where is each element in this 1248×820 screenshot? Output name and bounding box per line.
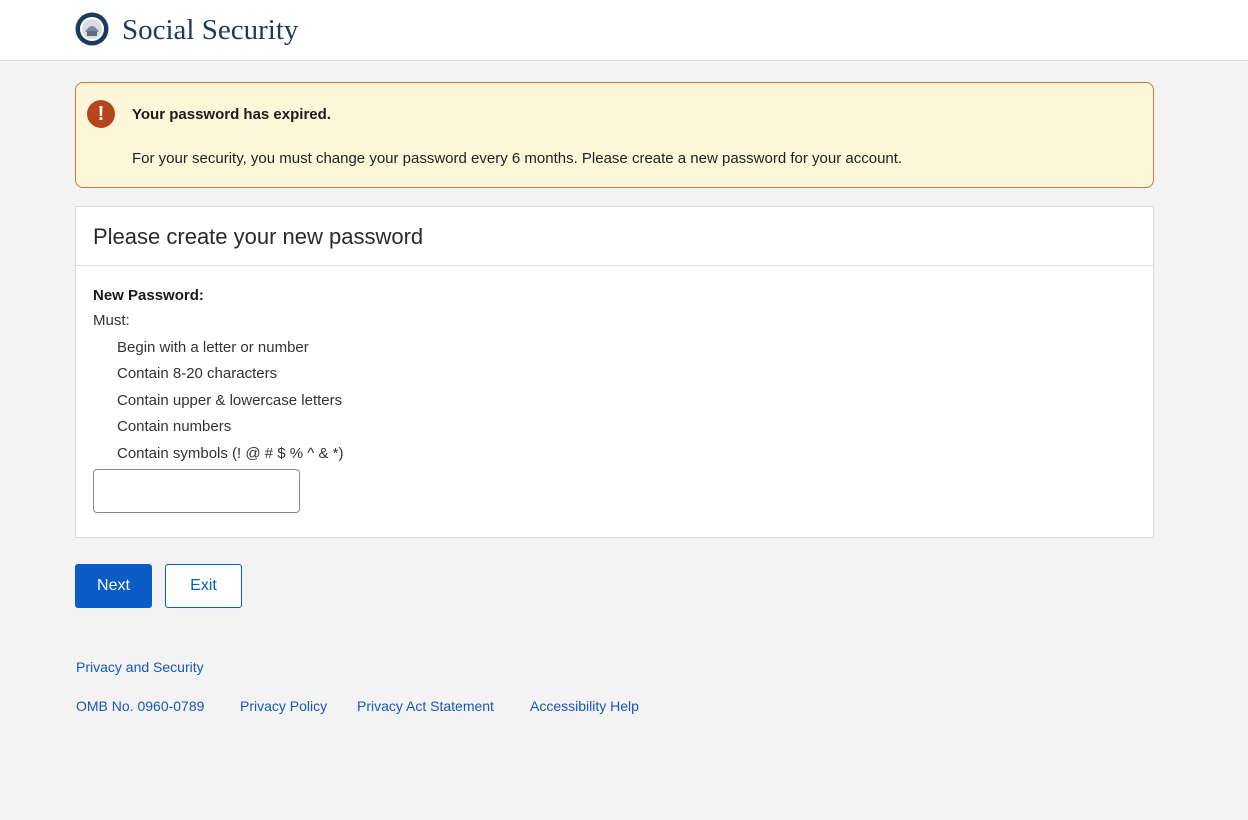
rule-item: Contain symbols (! @ # $ % ^ & *) bbox=[117, 444, 344, 462]
new-password-card: Please create your new password New Pass… bbox=[75, 206, 1154, 538]
next-button[interactable]: Next bbox=[75, 564, 152, 608]
exclamation-icon: ! bbox=[87, 100, 115, 128]
new-password-label: New Password: bbox=[93, 287, 204, 304]
privacy-policy-link[interactable]: Privacy Policy bbox=[240, 698, 327, 714]
rule-item: Contain upper & lowercase letters bbox=[117, 391, 343, 409]
omb-number-link[interactable]: OMB No. 0960-0789 bbox=[76, 698, 204, 714]
ssa-seal-icon[interactable] bbox=[75, 12, 109, 46]
password-expired-alert: ! Your password has expired. For your se… bbox=[75, 82, 1154, 188]
accessibility-help-link[interactable]: Accessibility Help bbox=[530, 698, 639, 714]
privacy-and-security-link[interactable]: Privacy and Security bbox=[76, 659, 204, 675]
site-header: Social Security bbox=[0, 0, 1248, 61]
card-title: Please create your new password bbox=[93, 224, 424, 249]
alert-title: Your password has expired. bbox=[132, 106, 331, 123]
brand-name[interactable]: Social Security bbox=[122, 12, 298, 48]
card-header: Please create your new password bbox=[76, 207, 1153, 266]
alert-message: For your security, you must change your … bbox=[132, 150, 903, 167]
privacy-act-statement-link[interactable]: Privacy Act Statement bbox=[357, 698, 494, 714]
rule-item: Contain 8-20 characters bbox=[117, 365, 278, 383]
rule-item: Contain numbers bbox=[117, 418, 232, 436]
rule-item: Begin with a letter or number bbox=[117, 339, 309, 356]
password-rules-list: Begin with a letter or number Contain 8-… bbox=[117, 339, 344, 471]
new-password-input[interactable] bbox=[93, 469, 300, 513]
must-label: Must: bbox=[93, 312, 130, 329]
exit-button[interactable]: Exit bbox=[165, 564, 242, 608]
